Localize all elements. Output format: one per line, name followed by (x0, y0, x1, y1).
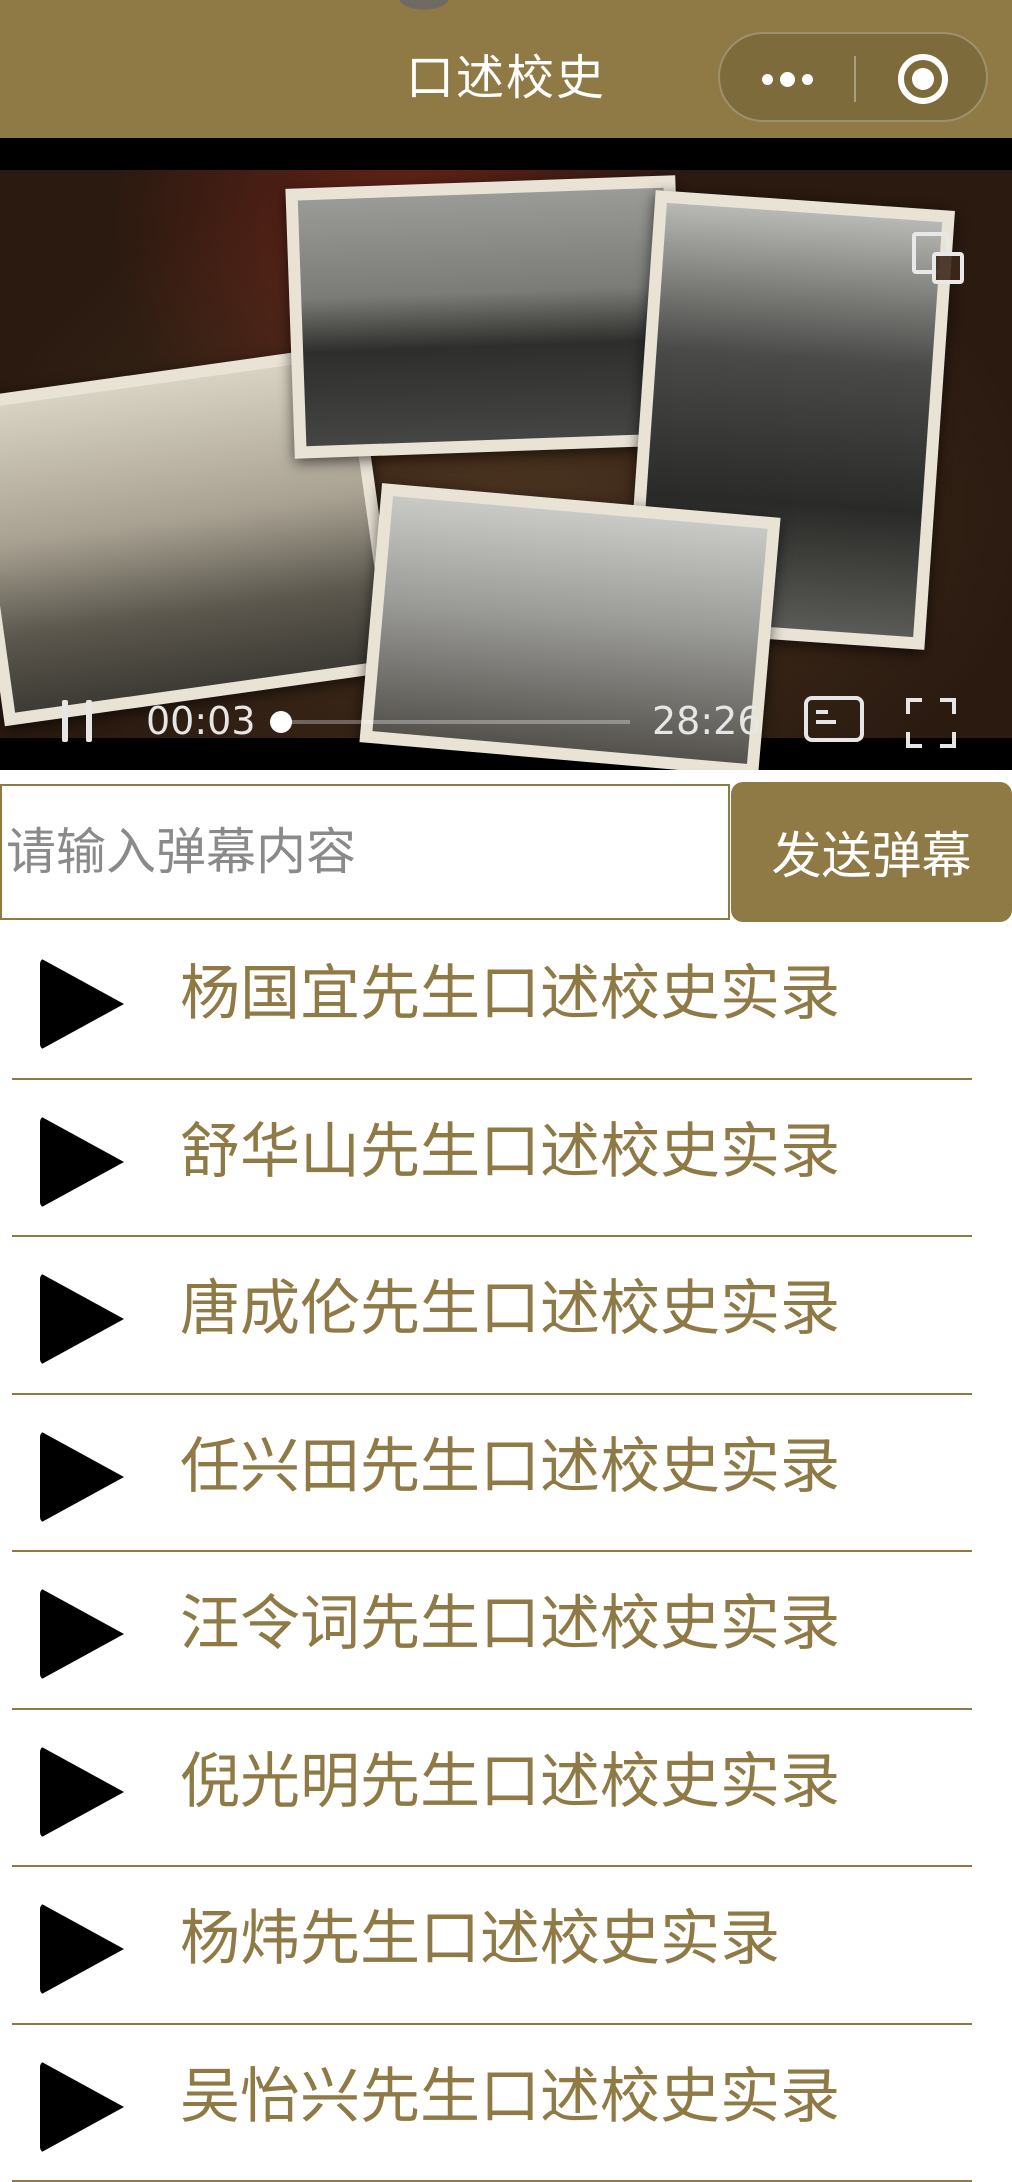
list-item-title: 吴怡兴先生口述校史实录 (180, 2061, 840, 2132)
video-player[interactable]: 00:03 28:26 (0, 138, 1012, 770)
capsule-divider (854, 56, 856, 102)
miniprogram-close-icon[interactable] (898, 54, 948, 104)
pause-icon[interactable] (62, 700, 94, 742)
status-indicator (398, 0, 450, 10)
list-item-title: 杨炜先生口述校史实录 (180, 1904, 780, 1974)
play-icon (40, 1273, 124, 1365)
more-dots-icon[interactable] (758, 64, 818, 94)
video-list: 杨国宜先生口述校史实录 舒华山先生口述校史实录 唐成伦先生口述校史实录 任兴田先… (0, 922, 1012, 2182)
progress-bar[interactable] (269, 711, 630, 733)
cast-icon[interactable] (912, 232, 964, 284)
list-item[interactable]: 任兴田先生口述校史实录 (0, 1395, 1012, 1553)
list-item[interactable]: 杨炜先生口述校史实录 (0, 1867, 1012, 2025)
send-danmu-button[interactable]: 发送弹幕 (731, 782, 1012, 922)
list-item-title: 唐成伦先生口述校史实录 (180, 1274, 840, 1344)
danmu-toggle-icon[interactable] (804, 696, 864, 746)
capsule-menu (718, 32, 988, 122)
list-item-title: 任兴田先生口述校史实录 (180, 1431, 840, 1502)
nav-bar: 口述校史 (0, 0, 1012, 138)
video-photo-building (285, 175, 685, 459)
list-item[interactable]: 吴怡兴先生口述校史实录 (0, 2025, 1012, 2182)
list-item-title: 舒华山先生口述校史实录 (180, 1116, 840, 1187)
play-icon (40, 958, 124, 1050)
fullscreen-icon[interactable] (906, 698, 956, 748)
progress-knob[interactable] (269, 711, 292, 733)
list-item[interactable]: 倪光明先生口述校史实录 (0, 1710, 1012, 1868)
play-icon (40, 1903, 124, 1995)
video-frame[interactable]: 00:03 28:26 (0, 170, 1012, 770)
play-icon (40, 1588, 124, 1680)
list-item-title: 倪光明先生口述校史实录 (180, 1746, 840, 1817)
list-item[interactable]: 唐成伦先生口述校史实录 (0, 1237, 1012, 1395)
play-icon (40, 1430, 124, 1523)
video-controls: 00:03 28:26 (0, 690, 1012, 750)
list-item[interactable]: 舒华山先生口述校史实录 (0, 1080, 1012, 1238)
list-item[interactable]: 汪令词先生口述校史实录 (0, 1552, 1012, 1710)
current-time: 00:03 (146, 699, 256, 743)
danmu-bar: 发送弹幕 (0, 782, 1012, 922)
list-item-title: 汪令词先生口述校史实录 (180, 1589, 840, 1659)
play-icon (40, 2060, 124, 2153)
total-time: 28:26 (652, 699, 762, 743)
danmu-input[interactable] (0, 784, 730, 920)
list-item[interactable]: 杨国宜先生口述校史实录 (0, 922, 1012, 1080)
list-item-title: 杨国宜先生口述校史实录 (180, 959, 840, 1029)
play-icon (40, 1745, 124, 1838)
play-icon (40, 1115, 124, 1208)
